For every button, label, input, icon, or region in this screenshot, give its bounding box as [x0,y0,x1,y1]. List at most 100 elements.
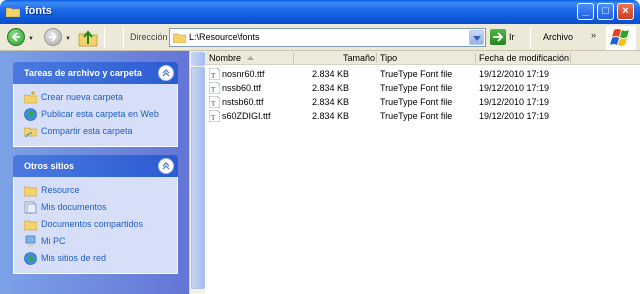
column-name[interactable]: Nombre [209,53,241,63]
file-size: 2.834 KB [311,69,349,79]
address-input[interactable]: L:\Resource\fonts [169,28,486,47]
globe-icon [24,108,37,121]
file-date: 19/12/2010 17:19 [479,111,550,121]
svg-text:T: T [211,100,216,108]
file-date: 19/12/2010 17:19 [479,97,550,107]
scroll-thumb[interactable] [191,67,205,289]
place-network[interactable]: Mis sitios de red [24,250,177,267]
folder-icon [24,186,37,197]
task-label: Crear nueva carpeta [41,92,124,102]
windows-logo-icon [606,26,636,50]
place-my-pc[interactable]: Mi PC [24,233,177,250]
back-dropdown-icon[interactable]: ▼ [28,36,34,42]
file-type: TrueType Font file [380,111,453,121]
file-row[interactable]: T nssb60.ttf 2.834 KB TrueType Font file… [205,81,640,95]
folder-icon [173,33,186,43]
go-button[interactable] [490,29,506,45]
arrow-right-icon [493,32,504,42]
file-name: nosnr60.ttf [222,69,265,79]
chevron-up-icon [162,162,170,170]
file-type: TrueType Font file [380,83,453,93]
folder-up-icon[interactable] [78,28,98,47]
sort-up-icon [247,56,254,60]
place-label: Mis sitios de red [41,253,107,263]
other-places-panel: Otros sitios Resource Mis documentos Doc… [13,155,178,274]
toolbar-separator [123,27,124,48]
close-button[interactable]: × [617,3,634,20]
file-size: 2.834 KB [311,83,349,93]
column-separator[interactable] [293,53,294,63]
maximize-button[interactable]: □ [597,3,614,20]
font-file-icon: T [209,68,220,80]
collapse-button[interactable] [158,65,174,81]
file-date: 19/12/2010 17:19 [479,83,550,93]
file-date: 19/12/2010 17:19 [479,69,550,79]
place-label: Mis documentos [41,202,107,212]
file-type: TrueType Font file [380,69,453,79]
scroll-up-button[interactable] [191,52,205,66]
file-name: nssb60.ttf [222,83,262,93]
place-resource[interactable]: Resource [24,182,177,199]
back-button[interactable] [7,28,25,46]
chevron-up-icon [162,69,170,77]
more-menus-chevron[interactable]: » [591,30,596,40]
svg-text:T: T [211,72,216,80]
toolbar-separator [104,27,105,48]
address-value: L:\Resource\fonts [189,32,260,42]
column-separator[interactable] [376,53,377,63]
font-file-icon: T [209,82,220,94]
go-label[interactable]: Ir [509,32,515,42]
folder-icon [6,7,20,17]
scrollbar[interactable] [189,51,205,294]
column-header: Nombre Tamaño Tipo Fecha de modificación [205,51,640,65]
toolbar-separator [530,27,531,48]
column-type[interactable]: Tipo [380,53,397,63]
task-new-folder[interactable]: Crear nueva carpeta [24,89,177,106]
tasks-panel-header[interactable]: Tareas de archivo y carpeta [13,62,178,84]
collapse-button[interactable] [158,158,174,174]
file-name: nstsb60.ttf [222,97,264,107]
arrow-right-icon [49,32,58,42]
task-share-folder[interactable]: Compartir esta carpeta [24,123,177,140]
other-places-header[interactable]: Otros sitios [13,155,178,177]
other-places-body: Resource Mis documentos Documentos compa… [13,177,178,274]
share-folder-icon [24,127,37,138]
toolbar: ▼ ▼ Dirección L:\Resource\fonts Ir Archi… [0,24,640,51]
file-row[interactable]: T nstsb60.ttf 2.834 KB TrueType Font fil… [205,95,640,109]
place-my-documents[interactable]: Mis documentos [24,199,177,216]
address-dropdown-button[interactable] [469,30,484,45]
column-size[interactable]: Tamaño [343,53,375,63]
minimize-button[interactable]: _ [577,3,594,20]
column-separator[interactable] [570,53,571,63]
svg-text:T: T [211,114,216,122]
arrow-left-icon [11,32,20,42]
column-separator[interactable] [475,53,476,63]
other-places-title: Otros sitios [24,161,75,171]
folder-icon [24,220,37,231]
address-label: Dirección [130,32,168,42]
new-folder-icon [24,91,37,104]
column-date[interactable]: Fecha de modificación [479,53,569,63]
tasks-panel-title: Tareas de archivo y carpeta [24,68,142,78]
menu-archivo[interactable]: Archivo [543,32,573,42]
place-label: Resource [41,185,80,195]
tasks-panel: Tareas de archivo y carpeta Crear nueva … [13,62,178,147]
file-size: 2.834 KB [311,111,349,121]
forward-dropdown-icon[interactable]: ▼ [65,36,71,42]
file-type: TrueType Font file [380,97,453,107]
title-bar[interactable]: fonts _ □ × [0,0,640,24]
place-shared-documents[interactable]: Documentos compartidos [24,216,177,233]
computer-icon [25,235,36,247]
file-row[interactable]: T nosnr60.ttf 2.834 KB TrueType Font fil… [205,67,640,81]
forward-button[interactable] [44,28,62,46]
file-row[interactable]: T s60ZDIGI.ttf 2.834 KB TrueType Font fi… [205,109,640,123]
task-publish-web[interactable]: Publicar esta carpeta en Web [24,106,177,123]
file-size: 2.834 KB [311,97,349,107]
chevron-down-icon [473,36,481,41]
window-title: fonts [25,5,52,17]
place-label: Mi PC [41,236,66,246]
file-name: s60ZDIGI.ttf [222,111,271,121]
font-file-icon: T [209,110,220,122]
task-label: Compartir esta carpeta [41,126,133,136]
network-icon [24,252,37,265]
